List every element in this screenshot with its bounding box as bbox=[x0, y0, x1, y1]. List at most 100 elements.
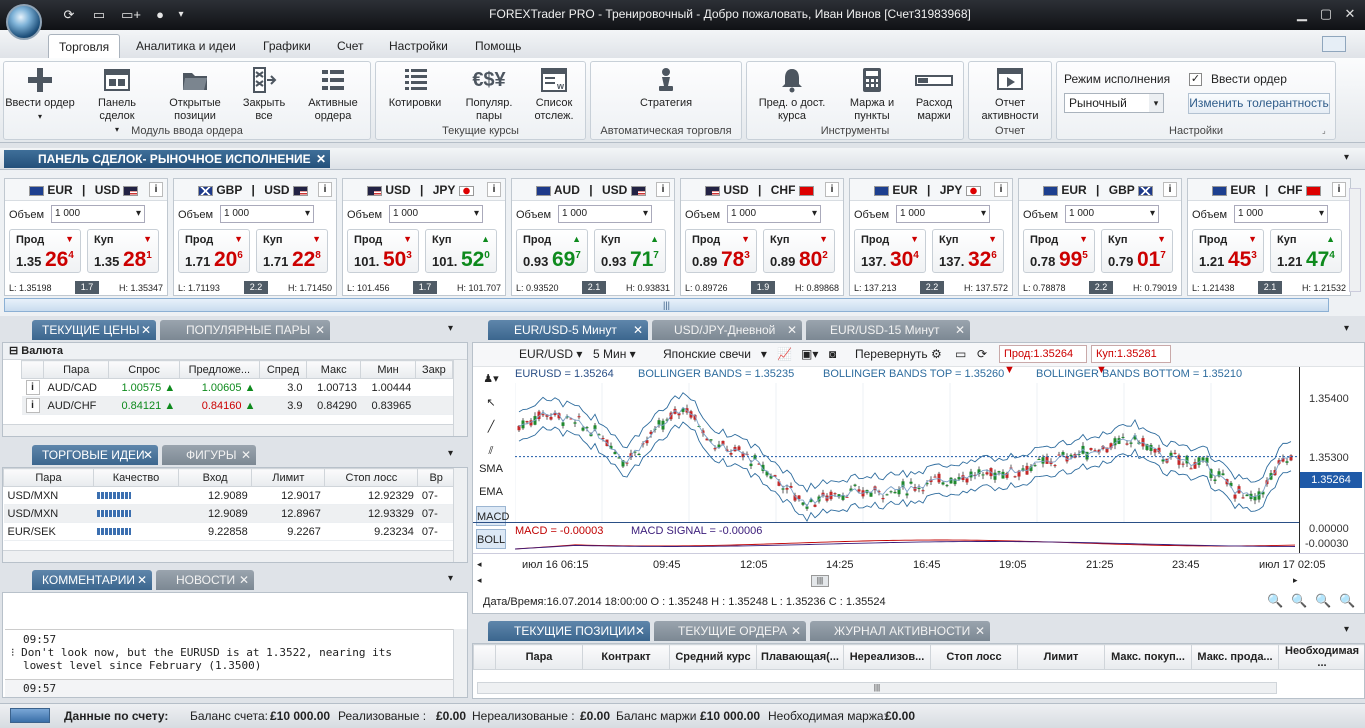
add-chat-icon[interactable]: ▭+ bbox=[118, 6, 144, 24]
rates-hscroll[interactable] bbox=[3, 424, 455, 436]
column-header[interactable]: Качество bbox=[92, 468, 180, 487]
tab-current-positions[interactable]: ТЕКУЩИЕ ПОЗИЦИИ ✕ bbox=[488, 621, 650, 641]
info-icon[interactable]: i bbox=[1332, 182, 1346, 197]
gear-icon[interactable]: ⚙ bbox=[931, 347, 942, 361]
buy-button[interactable]: Куп ▲ 1.21 474 bbox=[1270, 229, 1342, 273]
tab-comments[interactable]: КОММЕНТАРИИ ✕ bbox=[32, 570, 152, 590]
channel-tool-icon[interactable]: ⫽ bbox=[476, 441, 506, 461]
table-row[interactable]: USD/MXN 12.9089 12.9017 12.92329 07- bbox=[3, 486, 455, 505]
chart-buy-button[interactable]: Куп:1.35281 ▼ bbox=[1091, 345, 1171, 376]
close-icon[interactable]: ✕ bbox=[143, 445, 153, 465]
tab-popular-pairs[interactable]: ПОПУЛЯРНЫЕ ПАРЫ ✕ bbox=[160, 320, 330, 340]
zoom-in-icon[interactable]: 🔍 bbox=[1291, 593, 1307, 609]
strategy-button[interactable]: Стратегия bbox=[630, 66, 702, 110]
column-header[interactable]: Закр bbox=[414, 360, 454, 379]
tab-figures[interactable]: ФИГУРЫ ✕ bbox=[162, 445, 256, 465]
app-logo[interactable] bbox=[6, 4, 42, 40]
buy-button[interactable]: Куп ▼ 1.71 228 bbox=[256, 229, 328, 273]
scroll-left-icon[interactable]: ◂ bbox=[477, 575, 482, 586]
close-icon[interactable]: ✕ bbox=[1340, 5, 1360, 23]
scroll-left-icon[interactable]: ◂ bbox=[477, 559, 482, 570]
user-icon[interactable]: ● bbox=[150, 6, 170, 24]
close-icon[interactable]: ✕ bbox=[137, 570, 147, 590]
exec-mode-select[interactable]: Рыночный ▾ bbox=[1064, 93, 1164, 113]
column-header[interactable]: Плавающая(... bbox=[756, 644, 844, 670]
tab-trading-ideas[interactable]: ТОРГОВЫЕ ИДЕИ ✕ bbox=[32, 445, 158, 465]
zoom-out-icon[interactable]: 🔍 bbox=[1267, 593, 1283, 609]
column-header[interactable]: Предложе... bbox=[178, 360, 260, 379]
sell-button[interactable]: Прод ▼ 137. 304 bbox=[854, 229, 926, 273]
close-icon[interactable]: ✕ bbox=[955, 320, 965, 340]
tab-current-orders[interactable]: ТЕКУЩИЕ ОРДЕРА ✕ bbox=[654, 621, 806, 641]
volume-input[interactable]: 1 000 bbox=[51, 205, 145, 223]
volume-input[interactable]: 1 000 bbox=[1234, 205, 1328, 223]
flip-button[interactable]: Перевернуть bbox=[855, 347, 928, 361]
positions-hscroll[interactable]: ||| bbox=[477, 682, 1277, 694]
pawn-icon[interactable]: ♟▾ bbox=[476, 369, 506, 389]
panel-menu-icon[interactable]: ▾ bbox=[1344, 624, 1349, 635]
ema-tool[interactable]: EMA bbox=[476, 482, 506, 502]
line-chart-icon[interactable]: 📈 bbox=[777, 347, 792, 361]
change-tolerance-button[interactable]: Изменить толерантность bbox=[1188, 93, 1330, 114]
volume-input[interactable]: 1 000 bbox=[220, 205, 314, 223]
menu-trade[interactable]: Торговля bbox=[48, 34, 120, 58]
sell-button[interactable]: Прод ▼ 1.71 206 bbox=[178, 229, 250, 273]
price-alert-button[interactable]: Пред. о дост. курса bbox=[754, 66, 830, 123]
close-icon[interactable]: ✕ bbox=[975, 621, 985, 641]
pointer-icon[interactable]: ↖ bbox=[476, 393, 506, 413]
menu-settings[interactable]: Настройки bbox=[379, 34, 458, 58]
column-header[interactable]: Лимит bbox=[251, 468, 326, 487]
save-icon[interactable]: ▣▾ bbox=[801, 347, 818, 361]
column-header[interactable]: Вр bbox=[417, 468, 455, 487]
panel-menu-icon[interactable]: ▾ bbox=[1344, 323, 1349, 334]
info-icon[interactable]: i bbox=[487, 182, 501, 197]
dropdown-icon[interactable]: ▾ bbox=[174, 6, 188, 24]
info-icon[interactable]: i bbox=[149, 182, 163, 197]
panel-menu-icon[interactable]: ▾ bbox=[448, 573, 453, 584]
buy-button[interactable]: Куп ▲ 101. 520 bbox=[425, 229, 497, 273]
info-icon[interactable]: i bbox=[656, 182, 670, 197]
boll-tool[interactable]: BOLL bbox=[476, 529, 506, 549]
close-icon[interactable]: ✕ bbox=[315, 320, 325, 340]
line-tool-icon[interactable]: ╱ bbox=[476, 417, 506, 437]
tab-chart-eurusd-5m[interactable]: EUR/USD-5 Минут ✕ bbox=[488, 320, 648, 340]
tab-news[interactable]: НОВОСТИ ✕ bbox=[156, 570, 254, 590]
table-row[interactable]: EUR/SEK 9.22858 9.2267 9.23234 07- bbox=[3, 522, 455, 541]
column-header[interactable]: Стоп лосс bbox=[324, 468, 419, 487]
column-header[interactable]: Пара bbox=[42, 360, 110, 379]
sell-button[interactable]: Прод ▼ 1.21 453 bbox=[1192, 229, 1264, 273]
menu-help[interactable]: Помощь bbox=[465, 34, 531, 58]
active-orders-button[interactable]: Активные ордера bbox=[302, 66, 364, 123]
column-header[interactable]: Средний курс bbox=[669, 644, 757, 670]
close-icon[interactable]: ✕ bbox=[239, 570, 249, 590]
info-icon[interactable]: i bbox=[25, 398, 40, 413]
chart-sell-button[interactable]: Прод:1.35264 ▼ bbox=[999, 345, 1087, 376]
interval-select[interactable]: 5 Мин ▾ bbox=[593, 347, 636, 361]
window-icon[interactable]: ▭ bbox=[955, 347, 966, 361]
table-row[interactable]: USD/MXN 12.9089 12.8967 12.93329 07- bbox=[3, 504, 455, 523]
scroll-thumb[interactable]: ||| bbox=[811, 575, 829, 587]
column-header[interactable]: Пара bbox=[3, 468, 94, 487]
enter-order-checkbox[interactable]: ✓ bbox=[1189, 73, 1202, 86]
column-header[interactable]: Контракт bbox=[582, 644, 670, 670]
volume-input[interactable]: 1 000 bbox=[389, 205, 483, 223]
column-header[interactable]: Мин bbox=[360, 360, 416, 379]
tab-activity-log[interactable]: ЖУРНАЛ АКТИВНОСТИ ✕ bbox=[810, 621, 990, 641]
close-icon[interactable]: ✕ bbox=[241, 445, 251, 465]
column-header[interactable]: Нереализов... bbox=[843, 644, 931, 670]
watchlist-button[interactable]: w Список отслеж. bbox=[526, 66, 582, 123]
close-icon[interactable]: ✕ bbox=[316, 150, 326, 168]
zoom-fit-icon[interactable]: 🔍 bbox=[1315, 593, 1331, 609]
volume-input[interactable]: 1 000 bbox=[896, 205, 990, 223]
minimize-icon[interactable]: ▁ bbox=[1292, 5, 1312, 23]
deal-panel-scrollbar[interactable]: ||| bbox=[4, 298, 1329, 312]
column-header[interactable]: Необходимая ... bbox=[1278, 644, 1364, 670]
volume-input[interactable]: 1 000 bbox=[558, 205, 652, 223]
menu-account[interactable]: Счет bbox=[327, 34, 374, 58]
rates-vscroll[interactable] bbox=[453, 360, 467, 436]
sell-button[interactable]: Прод ▼ 0.89 783 bbox=[685, 229, 757, 273]
tab-current-rates[interactable]: ТЕКУЩИЕ ЦЕНЫ ✕ bbox=[32, 320, 156, 340]
layout-icon[interactable] bbox=[1322, 36, 1346, 52]
column-header[interactable]: Спрос bbox=[108, 360, 180, 379]
popular-pairs-button[interactable]: €$¥ Популяр. пары bbox=[458, 66, 520, 123]
